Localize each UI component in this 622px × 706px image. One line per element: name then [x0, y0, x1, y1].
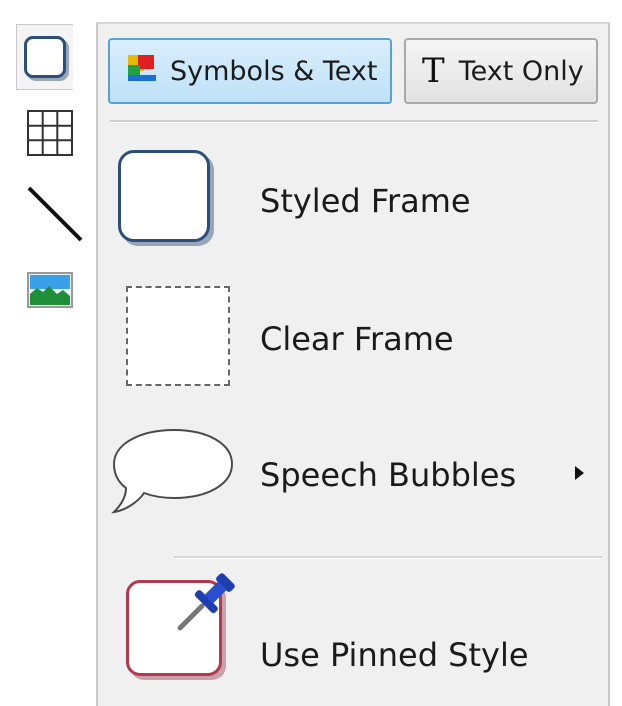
- tab-symbols-and-text[interactable]: Symbols & Text: [108, 38, 392, 104]
- menu-item-styled-frame[interactable]: Styled Frame: [108, 144, 598, 264]
- clear-frame-icon: [126, 286, 230, 386]
- frame-tool-icon[interactable]: [16, 24, 73, 90]
- submenu-arrow-icon: [575, 466, 584, 480]
- table-tool-icon[interactable]: [24, 106, 76, 160]
- tab-symbols-and-text-label: Symbols & Text: [170, 55, 378, 87]
- menu-item-clear-frame[interactable]: Clear Frame: [108, 282, 598, 402]
- menu-item-label: Speech Bubbles: [260, 456, 517, 494]
- frame-style-menu: Symbols & Text T Text Only Styled Frame …: [96, 22, 610, 706]
- menu-item-label: Clear Frame: [260, 320, 454, 358]
- symbols-text-icon: [126, 53, 158, 90]
- styled-frame-icon: [118, 150, 210, 242]
- menu-item-label: Use Pinned Style: [260, 636, 529, 674]
- tab-text-only[interactable]: T Text Only: [404, 38, 598, 104]
- left-toolbar: [14, 22, 94, 706]
- menu-item-label: Styled Frame: [260, 182, 471, 220]
- tab-text-only-label: Text Only: [458, 55, 584, 87]
- speech-bubble-icon: [108, 422, 238, 526]
- menu-divider: [110, 120, 598, 123]
- menu-divider: [174, 556, 602, 559]
- menu-item-use-pinned-style[interactable]: Use Pinned Style: [108, 572, 598, 692]
- text-only-icon: T: [422, 51, 445, 91]
- image-tool-icon[interactable]: [26, 270, 74, 310]
- line-tool-icon[interactable]: [24, 182, 86, 246]
- menu-item-speech-bubbles[interactable]: Speech Bubbles: [108, 422, 598, 542]
- pinned-style-icon: [126, 572, 246, 692]
